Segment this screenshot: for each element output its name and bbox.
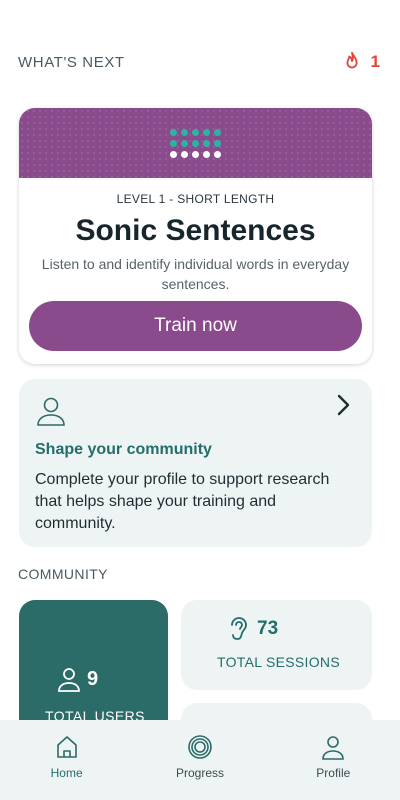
flame-icon [346,51,358,69]
nav-home[interactable]: Home [22,734,112,780]
shape-community-text: Complete your profile to support researc… [35,471,330,532]
total-sessions-tile: 73 TOTAL SESSIONS [181,600,372,690]
shape-community-title: Shape your community [35,441,212,458]
total-sessions-value: 73 [257,618,279,639]
person-icon [58,668,80,692]
whats-next-title: WHAT'S NEXT [18,53,125,71]
community-section-label: COMMUNITY [18,566,108,582]
home-icon [56,736,77,758]
nav-progress[interactable]: Progress [155,734,245,780]
profile-icon [322,736,345,760]
nav-progress-label: Progress [175,766,224,780]
progress-icon [188,735,212,759]
chevron-right-icon[interactable] [334,393,352,417]
ear-icon [231,617,247,640]
exercise-banner [19,108,372,178]
person-icon [37,397,65,426]
streak-count: 1 [370,52,380,71]
shape-community-card[interactable]: Shape your community Complete your profi… [19,379,372,547]
header: WHAT'S NEXT 1 [18,50,380,74]
exercise-level: LEVEL 1 - SHORT LENGTH [116,192,275,206]
nav-home-label: Home [50,766,83,780]
exercise-description: Listen to and identify individual words … [41,256,350,292]
total-users-value: 9 [87,667,99,690]
nav-profile-label: Profile [316,766,351,780]
bottom-navigation: Home Progress Profile [0,720,400,800]
exercise-dots-icon [170,128,221,158]
total-users-tile: 9 TOTAL USERS [19,600,168,740]
next-exercise-card[interactable]: LEVEL 1 - SHORT LENGTH Sonic Sentences L… [19,108,372,364]
nav-profile[interactable]: Profile [288,734,378,780]
streak-counter[interactable]: 1 [341,51,380,73]
exercise-title: Sonic Sentences [75,214,316,247]
train-now-button[interactable]: Train now [29,301,362,351]
total-sessions-label: TOTAL SESSIONS [217,654,340,670]
